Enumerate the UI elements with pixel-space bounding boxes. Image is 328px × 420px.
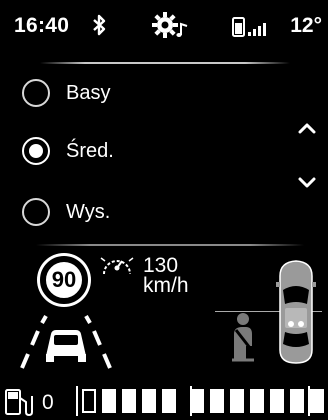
fuel-segment-filled [122, 389, 136, 413]
radio-button[interactable] [22, 198, 50, 226]
phone-signal-icon [232, 17, 266, 37]
radio-option-label: Śred. [66, 139, 114, 162]
fuel-full-label: 1 [312, 391, 324, 414]
fuel-gauge-tick [76, 386, 78, 416]
radio-option-label: Wys. [66, 200, 111, 223]
radio-option-treble[interactable]: Wys. [22, 195, 222, 229]
fuel-segment-filled [250, 389, 264, 413]
fuel-pump-icon [5, 389, 33, 416]
set-speed-unit: km/h [143, 274, 189, 297]
fuel-empty-label: 0 [42, 391, 54, 414]
radio-option-label: Basy [66, 81, 111, 104]
radio-button-selected[interactable] [22, 137, 50, 165]
fuel-segment-empty [82, 389, 96, 413]
speedometer-icon [100, 257, 134, 275]
fuel-segment-filled [190, 389, 204, 413]
header-divider [40, 62, 290, 64]
chevron-up-icon[interactable] [296, 117, 318, 139]
fuel-segment-filled [290, 389, 304, 413]
fuel-segment-filled [162, 389, 176, 413]
radio-option-mid[interactable]: Śred. [22, 134, 222, 168]
settings-music-icon [152, 12, 188, 38]
clock: 16:40 [14, 14, 70, 37]
speed-limit-sign: 90 [40, 256, 88, 304]
fuel-segment-filled [102, 389, 116, 413]
speed-limit-value: 90 [51, 267, 77, 292]
lane-assist-icon [20, 315, 112, 369]
bluetooth-icon [93, 14, 106, 36]
outside-temperature: 12° [290, 14, 322, 37]
set-speed: 130 km/h [143, 254, 189, 297]
fuel-segment-filled [270, 389, 284, 413]
set-speed-value: 130 [143, 254, 179, 277]
seatbelt-warning-icon [232, 313, 254, 362]
radio-option-bass[interactable]: Basy [22, 76, 222, 110]
chevron-down-icon[interactable] [296, 172, 318, 194]
fuel-segment-filled [142, 389, 156, 413]
section-divider [36, 244, 304, 246]
car-top-view-icon [276, 260, 316, 364]
fuel-segment-filled [210, 389, 224, 413]
radio-button[interactable] [22, 79, 50, 107]
fuel-segment-filled [230, 389, 244, 413]
